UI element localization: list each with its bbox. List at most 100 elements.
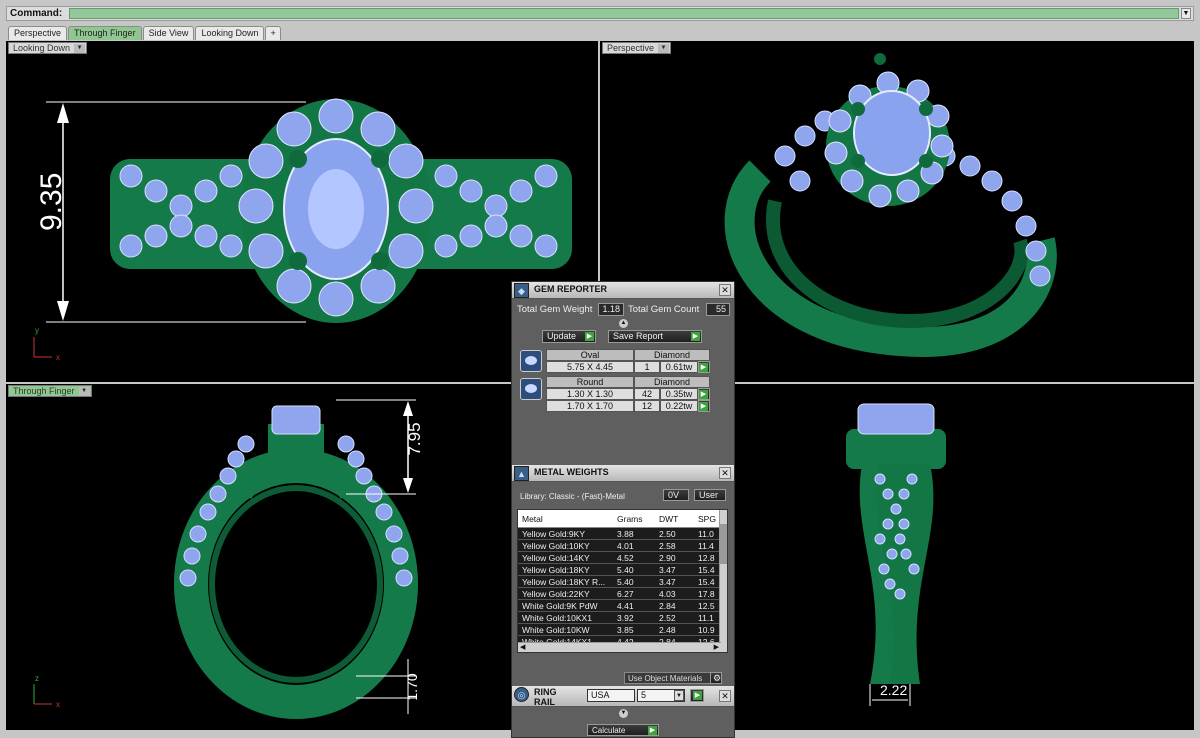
viewport-tabs: Perspective Through Finger Side View Loo… — [8, 26, 281, 40]
gem-size: 1.70 X 1.70 — [546, 400, 634, 412]
dimension-label-shank-thickness: 1.70 — [404, 673, 420, 701]
command-history-dropdown[interactable]: ▼ — [1181, 8, 1191, 19]
ring-front-view-render: x z — [33, 399, 418, 719]
select-gem-button[interactable]: ▶ — [698, 361, 710, 373]
table-row[interactable]: Yellow Gold:22KY 6.27 4.03 17.8 — [518, 588, 721, 600]
collapse-icon[interactable]: ▲ — [619, 319, 628, 328]
scroll-right-icon[interactable]: ▶ — [714, 643, 719, 652]
save-report-button[interactable]: Save Report ▶ — [608, 330, 702, 343]
table-cell: 11.4 — [698, 541, 714, 551]
ring-rail-title: RING RAIL — [534, 687, 557, 707]
table-row[interactable]: White Gold:9K PdW 4.41 2.84 12.5 — [518, 600, 721, 612]
volume-button-label: 0V — [668, 490, 680, 500]
add-tab-button[interactable]: + — [265, 26, 281, 40]
table-row[interactable]: Yellow Gold:10KY 4.01 2.58 11.4 — [518, 540, 721, 552]
tab-side-view[interactable]: Side View — [142, 26, 195, 40]
metal-table-vertical-scrollbar[interactable] — [719, 510, 727, 652]
table-cell: Yellow Gold:22KY — [522, 589, 590, 599]
play-icon: ▶ — [699, 402, 708, 411]
command-bar: Command: ▼ — [6, 6, 1194, 21]
tab-perspective[interactable]: Perspective — [8, 26, 68, 40]
axis-y-label: y — [35, 326, 39, 335]
dimension-label-top-height: 7.95 — [405, 422, 424, 456]
table-row[interactable]: White Gold:10KW 3.85 2.48 10.9 — [518, 624, 721, 636]
table-row[interactable]: Yellow Gold:14KY 4.52 2.90 12.8 — [518, 552, 721, 564]
gem-size: 5.75 X 4.45 — [546, 361, 634, 373]
metal-table-horizontal-scrollbar[interactable]: ◀ ▶ — [518, 642, 721, 652]
chevron-down-icon[interactable]: ▼ — [674, 690, 684, 701]
viewport-label-through-finger[interactable]: Through Finger ▼ — [8, 385, 92, 397]
table-cell: 5.40 — [617, 577, 634, 587]
tab-looking-down[interactable]: Looking Down — [195, 26, 265, 40]
user-button-label: User — [699, 490, 719, 500]
total-gem-weight-value: 1.18 — [598, 303, 624, 316]
viewport-label-text: Through Finger — [13, 386, 75, 396]
table-cell: White Gold:10KW — [522, 625, 590, 635]
table-row[interactable]: Yellow Gold:18KY 5.40 3.47 15.4 — [518, 564, 721, 576]
update-button-label: Update — [547, 331, 577, 341]
gem-shape-oval: Oval — [546, 349, 634, 361]
table-cell: 15.4 — [698, 577, 715, 587]
gem-reporter-title: GEM REPORTER — [534, 284, 608, 294]
update-button[interactable]: Update ▶ — [542, 330, 596, 343]
metal-weights-icon: ▲ — [514, 466, 529, 481]
viewport-label-looking-down[interactable]: Looking Down ▼ — [8, 42, 88, 54]
play-icon: ▶ — [699, 390, 708, 399]
calculate-label: Calculate — [592, 726, 626, 735]
table-cell: 3.85 — [617, 625, 634, 635]
user-button[interactable]: User — [694, 489, 726, 501]
tab-through-finger[interactable]: Through Finger — [68, 26, 142, 40]
table-cell: 2.50 — [659, 529, 676, 539]
close-icon[interactable]: ✕ — [719, 467, 731, 479]
table-row[interactable]: Yellow Gold:18KY R... 5.40 3.47 15.4 — [518, 576, 721, 588]
gem-size: 1.30 X 1.30 — [546, 388, 634, 400]
table-cell: 2.90 — [659, 553, 676, 563]
viewport-label-perspective[interactable]: Perspective ▼ — [602, 42, 672, 54]
metal-table-header: Metal Grams DWT SPG — [518, 510, 721, 528]
calculate-button[interactable]: Calculate ▶ — [587, 724, 659, 736]
table-cell: 4.01 — [617, 541, 634, 551]
table-cell: Yellow Gold:14KY — [522, 553, 590, 563]
gem-count: 42 — [634, 388, 660, 400]
table-row[interactable]: Yellow Gold:9KY 3.88 2.50 11.0 — [518, 528, 721, 540]
apply-ring-size-button[interactable]: ▶ — [690, 689, 704, 702]
table-cell: Yellow Gold:18KY — [522, 565, 590, 575]
column-header-dwt[interactable]: DWT — [659, 510, 678, 528]
gem-weight: 0.22tw — [660, 400, 698, 412]
gem-type-round: Diamond — [634, 376, 710, 388]
scrollbar-thumb[interactable] — [720, 524, 727, 564]
play-icon: ▶ — [693, 691, 702, 700]
collapse-icon[interactable]: ▼ — [619, 709, 628, 718]
ring-rail-header: ◎ RING RAIL USA 5 ▼ ▶ ✕ — [512, 686, 734, 707]
command-input[interactable] — [69, 8, 1179, 19]
metal-weights-header: ▲ METAL WEIGHTS ✕ — [512, 465, 734, 482]
column-header-spg[interactable]: SPG — [698, 510, 716, 528]
select-gem-button[interactable]: ▶ — [698, 388, 710, 400]
close-icon[interactable]: ✕ — [719, 284, 731, 296]
use-object-materials-field[interactable]: Use Object Materials — [624, 672, 720, 684]
table-row[interactable]: White Gold:10KX1 3.92 2.52 11.1 — [518, 612, 721, 624]
table-cell: 15.4 — [698, 565, 715, 575]
column-header-grams[interactable]: Grams — [617, 510, 643, 528]
save-report-label: Save Report — [613, 331, 664, 341]
scroll-left-icon[interactable]: ◀ — [520, 643, 525, 652]
oval-gem-icon — [520, 350, 542, 372]
metal-weights-table[interactable]: Metal Grams DWT SPG Yellow Gold:9KY 3.88 2… — [517, 509, 728, 653]
column-header-metal[interactable]: Metal — [522, 510, 543, 528]
play-icon: ▶ — [585, 332, 594, 341]
play-icon: ▶ — [699, 363, 708, 372]
close-icon[interactable]: ✕ — [719, 690, 731, 702]
viewport-through-finger[interactable]: x z 7.95 1.70 Through Finger ▼ — [6, 384, 598, 730]
chevron-down-icon[interactable]: ▼ — [78, 387, 90, 396]
viewport-looking-down[interactable]: x y 9.35 Looking Down ▼ — [6, 41, 598, 382]
volume-button[interactable]: 0V — [663, 489, 689, 501]
axis-x-label: x — [56, 700, 60, 709]
table-cell: 12.5 — [698, 601, 715, 611]
table-cell: 4.03 — [659, 589, 676, 599]
chevron-down-icon[interactable]: ▼ — [74, 44, 86, 53]
chevron-down-icon[interactable]: ▼ — [658, 44, 670, 53]
ring-size-region-select[interactable]: USA — [587, 689, 635, 702]
select-gem-button[interactable]: ▶ — [698, 400, 710, 412]
jewelry-tools-panel: ◆ GEM REPORTER ✕ Total Gem Weight 1.18 T… — [511, 281, 735, 738]
use-object-materials-toggle[interactable]: ⚙ — [710, 672, 722, 684]
